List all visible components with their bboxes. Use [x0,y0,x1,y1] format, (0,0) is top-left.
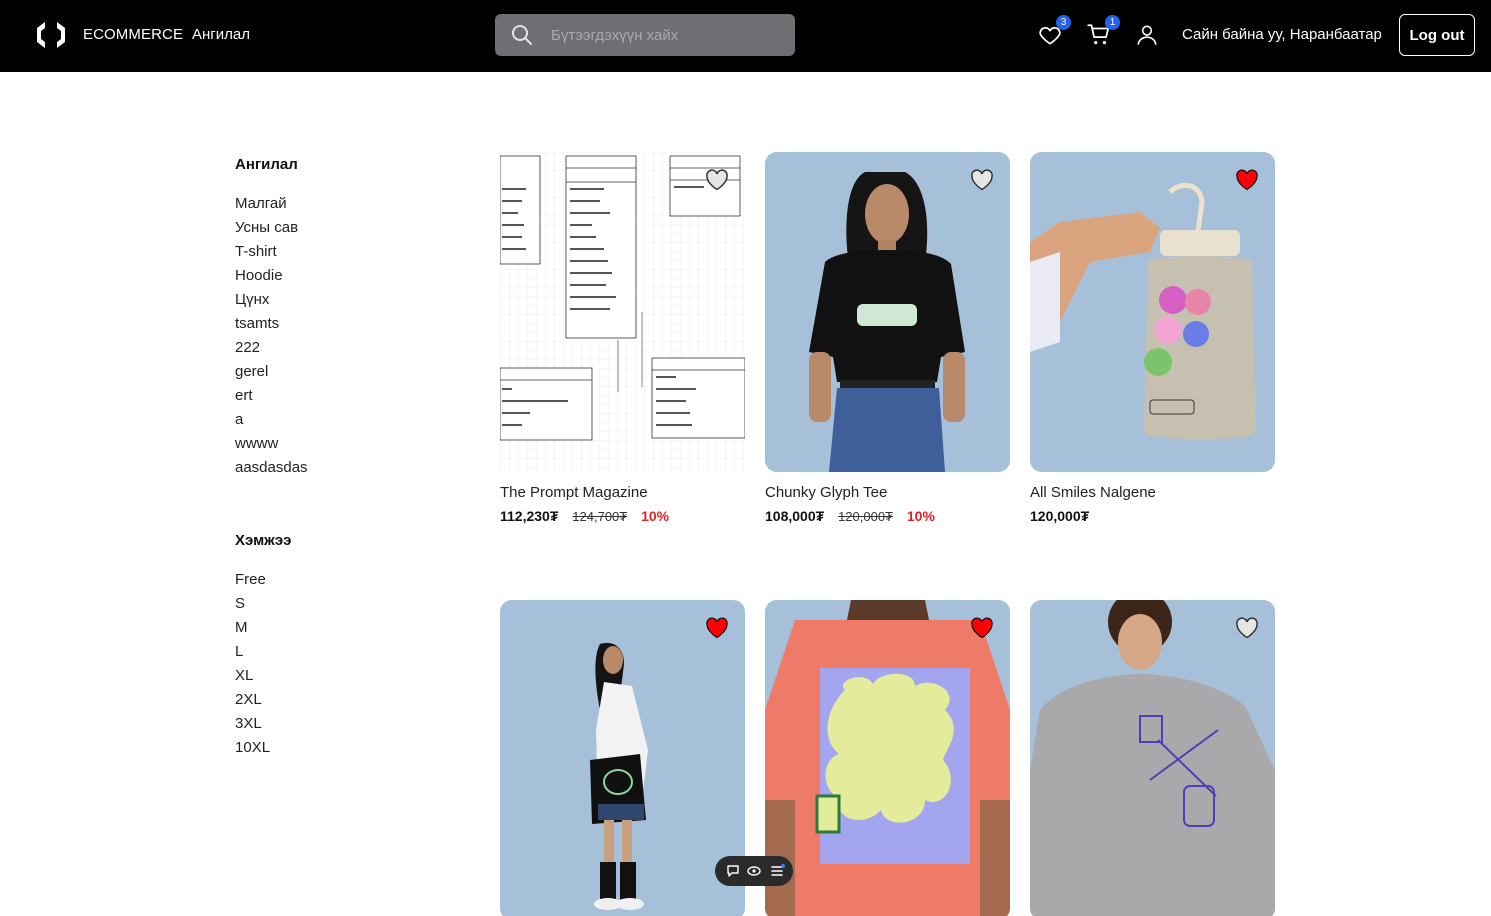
comment-icon[interactable] [725,863,741,879]
product-name[interactable]: The Prompt Magazine [500,484,745,504]
menu-icon[interactable] [769,863,785,879]
user-greeting: Сайн байна уу, Наранбаатар [1182,26,1382,43]
wishlist-heart-filled-icon[interactable] [970,617,994,639]
category-filter-title: Ангилал [235,156,298,173]
product-image[interactable] [1030,152,1275,472]
category-item[interactable]: Hoodie [235,264,308,288]
category-item[interactable]: a [235,408,308,432]
wishlist-heart-icon[interactable] [705,169,729,191]
schema-diagram-image [500,152,745,472]
brand-name[interactable]: ECOMMERCE [83,26,183,43]
category-item[interactable]: 222 [235,336,308,360]
size-item[interactable]: 10XL [235,736,270,760]
product-old-price: 124,700₮ [572,509,628,524]
category-item[interactable]: gerel [235,360,308,384]
cart-count-badge: 1 [1105,15,1120,30]
product-card[interactable] [765,600,1010,916]
search-box [495,14,795,56]
product-name[interactable]: Chunky Glyph Tee [765,484,1010,504]
wishlist-count-badge: 3 [1056,15,1071,30]
size-filter-title: Хэмжээ [235,532,292,549]
size-item[interactable]: 3XL [235,712,270,736]
brand-logo-icon[interactable] [34,20,68,50]
product-image[interactable] [1030,600,1275,916]
cart-button[interactable]: 1 [1086,15,1120,48]
product-image[interactable] [765,600,1010,916]
search-icon [512,25,532,45]
product-prices: 120,000₮ [1030,508,1275,528]
product-card[interactable]: The Prompt Magazine 112,230₮ 124,700₮ 10… [500,152,745,528]
product-image[interactable] [500,600,745,916]
category-item[interactable]: ert [235,384,308,408]
product-discount: 10% [641,508,670,524]
wishlist-heart-icon[interactable] [1235,617,1259,639]
floating-toolbar [715,856,793,886]
category-item[interactable]: T-shirt [235,240,308,264]
size-item[interactable]: 2XL [235,688,270,712]
size-item[interactable]: XL [235,664,270,688]
category-item[interactable]: Цүнх [235,288,308,312]
product-image[interactable] [500,152,745,472]
model-photo-image [765,152,1010,472]
product-discount: 10% [906,508,935,524]
tote-bag-photo-image [500,600,745,916]
product-card[interactable]: All Smiles Nalgene 120,000₮ [1030,152,1275,528]
eye-icon[interactable] [746,863,762,879]
size-item[interactable]: Free [235,568,270,592]
nav-category-link[interactable]: Ангилал [192,26,250,43]
size-item[interactable]: S [235,592,270,616]
profile-button[interactable] [1134,22,1160,48]
wishlist-heart-icon[interactable] [970,169,994,191]
product-old-price: 120,000₮ [838,509,893,524]
wishlist-heart-filled-icon[interactable] [705,617,729,639]
size-item[interactable]: M [235,616,270,640]
sweatshirt-photo-image [1030,600,1275,916]
size-item[interactable]: L [235,640,270,664]
product-name[interactable]: All Smiles Nalgene [1030,484,1275,504]
tshirt-back-photo-image [765,600,1010,916]
product-image[interactable] [765,152,1010,472]
category-item[interactable]: Усны сав [235,216,308,240]
product-prices: 108,000₮ 120,000₮ 10% [765,508,1010,528]
product-prices: 112,230₮ 124,700₮ 10% [500,508,745,528]
wishlist-button[interactable]: 3 [1037,15,1071,48]
category-filter-list: Малгай Усны сав T-shirt Hoodie Цүнх tsam… [235,192,308,480]
product-price: 112,230₮ [500,508,559,524]
bottle-photo-image [1030,152,1275,472]
size-filter-list: Free S M L XL 2XL 3XL 10XL [235,568,270,760]
logout-button[interactable]: Log out [1399,14,1475,56]
search-input[interactable] [551,14,781,56]
product-price: 108,000₮ [765,508,825,524]
category-item[interactable]: Малгай [235,192,308,216]
wishlist-heart-filled-icon[interactable] [1235,169,1259,191]
category-item[interactable]: tsamts [235,312,308,336]
product-card[interactable] [500,600,745,916]
top-navbar: ECOMMERCE Ангилал 3 1 Сайн байна уу, Нар… [0,0,1491,72]
category-item[interactable]: aasdasdas [235,456,308,480]
product-price: 120,000₮ [1030,508,1090,524]
product-card[interactable] [1030,600,1275,916]
user-icon [1137,25,1157,45]
category-item[interactable]: wwww [235,432,308,456]
product-card[interactable]: Chunky Glyph Tee 108,000₮ 120,000₮ 10% [765,152,1010,528]
